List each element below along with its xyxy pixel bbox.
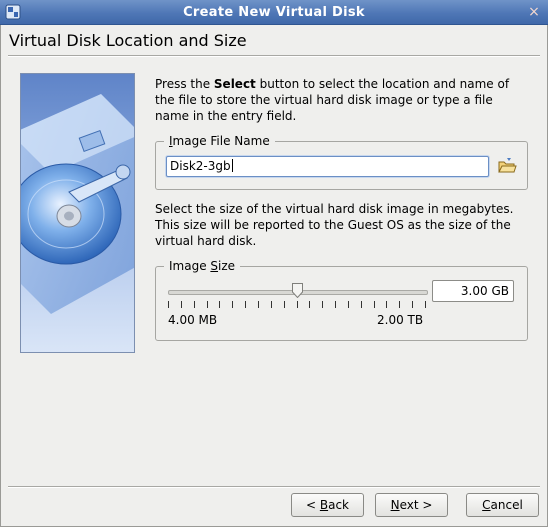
slider-tick — [181, 301, 182, 308]
slider-tick — [271, 301, 272, 308]
image-size-group: Image Size 4.00 MB 2.00 TB 3.00 GB — [155, 259, 528, 341]
slider-tick — [322, 301, 323, 308]
image-file-name-group: Image File Name Disk2-3gb — [155, 134, 528, 190]
slider-ticks — [168, 301, 426, 309]
slider-tick — [245, 301, 246, 308]
slider-tick — [232, 301, 233, 308]
title-bar[interactable]: Create New Virtual Disk × — [0, 0, 548, 25]
header-divider — [8, 55, 540, 57]
slider-tick — [168, 301, 169, 308]
hard-disk-icon — [21, 94, 134, 314]
cancel-button[interactable]: Cancel — [466, 493, 539, 517]
size-max-label: 2.00 TB — [377, 313, 424, 327]
next-button[interactable]: Next > — [375, 493, 448, 517]
slider-tick — [386, 301, 387, 308]
image-size-input[interactable]: 3.00 GB — [432, 280, 514, 302]
close-icon[interactable]: × — [526, 4, 542, 20]
slider-tick — [219, 301, 220, 308]
slider-tick — [412, 301, 413, 308]
slider-tick — [297, 301, 298, 308]
image-file-name-input[interactable]: Disk2-3gb — [166, 156, 489, 177]
slider-tick — [374, 301, 375, 308]
slider-tick — [284, 301, 285, 308]
size-description: Select the size of the virtual hard disk… — [155, 202, 514, 248]
intro-text: Press the Select button to select the lo… — [155, 77, 510, 123]
slider-tick — [361, 301, 362, 308]
size-min-label: 4.00 MB — [168, 313, 218, 327]
slider-tick — [399, 301, 400, 308]
slider-tick — [348, 301, 349, 308]
slider-tick — [335, 301, 336, 308]
slider-tick — [194, 301, 195, 308]
slider-tick — [309, 301, 310, 308]
slider-tick — [258, 301, 259, 308]
image-size-label: Image Size — [164, 259, 241, 273]
back-button[interactable]: < Back — [291, 493, 364, 517]
select-keyword: Select — [213, 77, 256, 91]
text-cursor — [231, 159, 233, 172]
image-size-slider-thumb[interactable] — [292, 283, 303, 298]
select-file-button[interactable] — [496, 155, 518, 177]
slider-tick — [425, 301, 426, 308]
image-file-name-label: Image File Name — [164, 134, 275, 148]
page-title: Virtual Disk Location and Size — [9, 31, 247, 50]
window-title: Create New Virtual Disk — [183, 5, 365, 20]
folder-open-icon — [498, 158, 517, 173]
footer-divider — [8, 486, 540, 488]
slider-tick — [207, 301, 208, 308]
wizard-hard-disk-image — [20, 73, 135, 353]
